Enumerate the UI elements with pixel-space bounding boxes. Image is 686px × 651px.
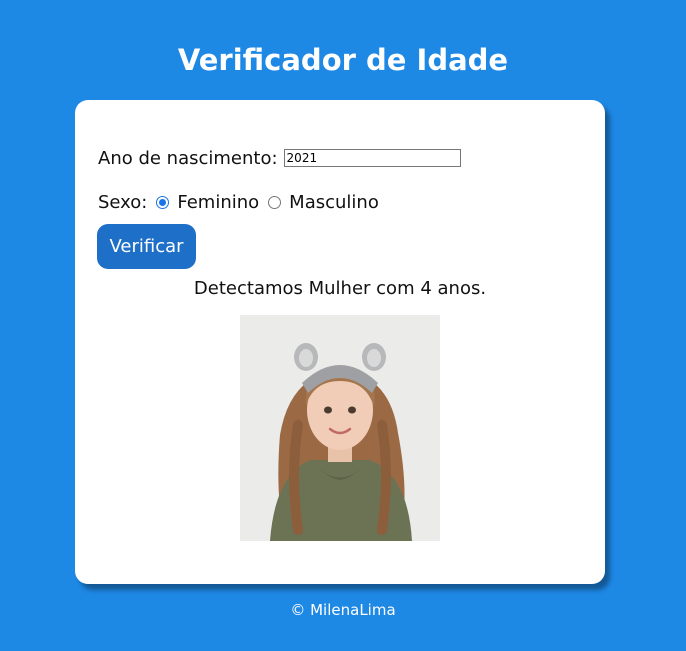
radio-masculino-label[interactable]: Masculino (289, 192, 379, 213)
form-card: Ano de nascimento: Sexo: Feminino Mascul… (75, 100, 605, 584)
result-text: Detectamos Mulher com 4 anos. (193, 278, 487, 299)
birth-year-row: Ano de nascimento: (98, 145, 461, 171)
radio-masculino[interactable] (268, 195, 282, 209)
result-photo (240, 315, 440, 541)
sex-row: Sexo: Feminino Masculino (98, 190, 379, 214)
footer-credit: © MilenaLima (290, 601, 396, 619)
birth-year-label: Ano de nascimento: (98, 147, 278, 169)
page: Verificador de Idade Ano de nascimento: … (0, 0, 686, 651)
birth-year-input[interactable] (283, 149, 461, 167)
radio-feminino[interactable] (156, 195, 170, 209)
page-title: Verificador de Idade (177, 43, 509, 77)
verify-button[interactable]: Verificar (97, 224, 196, 269)
sex-label: Sexo: (98, 191, 148, 213)
radio-feminino-label[interactable]: Feminino (177, 192, 259, 213)
